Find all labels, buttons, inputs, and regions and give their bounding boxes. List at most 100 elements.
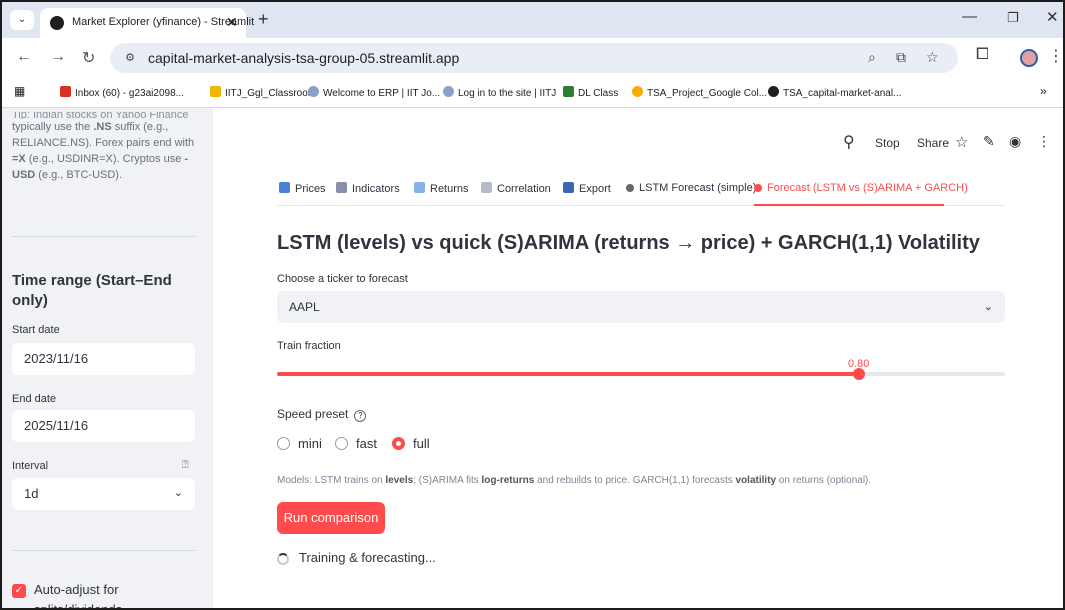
ticker-select[interactable]: AAPL ⌄: [277, 291, 1005, 323]
bookmark-gmail[interactable]: Inbox (60) - g23ai2098...: [60, 86, 184, 99]
divider: [12, 236, 195, 237]
status-text: Training & forecasting...: [299, 550, 436, 565]
more-bookmarks-icon[interactable]: »: [1040, 84, 1047, 98]
close-window-icon[interactable]: ✕: [1046, 8, 1059, 26]
speed-preset-label: Speed preset?: [277, 407, 367, 422]
bookmark-login[interactable]: Log in to the site | IITJ: [443, 86, 556, 99]
forward-icon[interactable]: →: [50, 48, 66, 66]
start-date-label: Start date: [12, 324, 60, 336]
radio-circle-selected: [392, 437, 405, 450]
browser-window: ⌄ Market Explorer (yfinance) - Streamlit…: [0, 0, 1065, 610]
brain-icon: [626, 184, 634, 192]
tab-prices[interactable]: Prices: [279, 182, 326, 195]
star-icon[interactable]: ☆: [955, 133, 968, 151]
minimize-icon[interactable]: —: [962, 8, 977, 25]
tab-correlation[interactable]: Correlation: [481, 182, 551, 195]
download-icon: [563, 182, 574, 193]
slider-handle[interactable]: [853, 368, 865, 380]
restore-icon[interactable]: ❐: [1007, 10, 1019, 26]
chevron-down-icon: ⌄: [983, 301, 993, 313]
zoom-icon[interactable]: ⌕: [868, 49, 876, 66]
radio-fast[interactable]: fast: [335, 436, 377, 451]
install-app-icon[interactable]: ⧉: [896, 49, 906, 66]
interval-value: 1d: [24, 486, 39, 501]
interval-select[interactable]: 1d ⌄: [12, 478, 195, 510]
line-chart-icon: [336, 182, 347, 193]
back-icon[interactable]: ←: [16, 48, 32, 66]
trend-icon: [414, 182, 425, 193]
tab-lstm-forecast[interactable]: LSTM Forecast (simple): [626, 182, 756, 194]
ticker-tip: Tip: Indian stocks on Yahoo Finance typi…: [12, 112, 195, 181]
edit-pencil-icon[interactable]: ✎: [983, 133, 995, 150]
reload-icon[interactable]: ↻: [82, 48, 95, 68]
bar-chart-icon: [279, 182, 290, 193]
auto-adjust-checkbox[interactable]: ✓: [12, 584, 26, 598]
radio-circle: [277, 437, 290, 450]
new-tab-icon[interactable]: +: [258, 9, 269, 30]
share-button[interactable]: Share: [917, 136, 949, 150]
help-icon[interactable]: ⍰: [182, 459, 189, 472]
end-date-label: End date: [12, 393, 57, 405]
page-title: LSTM (levels) vs quick (S)ARIMA (returns…: [277, 232, 980, 254]
loading-spinner-icon: [277, 553, 289, 565]
active-tab-indicator: [754, 204, 944, 206]
bookmark-colab[interactable]: TSA_Project_Google Col...: [632, 86, 767, 99]
running-man-icon: ⚲: [843, 134, 855, 151]
classroom-icon: [210, 86, 221, 97]
models-caption: Models: LSTM trains on levels; (S)ARIMA …: [277, 475, 872, 486]
ticker-value: AAPL: [289, 300, 320, 314]
radio-mini[interactable]: mini: [277, 436, 322, 451]
streamlit-icon: [768, 86, 779, 97]
ticker-label: Choose a ticker to forecast: [277, 273, 408, 285]
bookmark-dl-class[interactable]: DL Class: [563, 86, 618, 99]
site-info-icon[interactable]: ⚙: [120, 49, 140, 67]
main-content: ⚲ Stop Share ☆ ✎ ◉ ⋮ Prices Indicators R…: [213, 108, 1063, 608]
apps-grid-icon[interactable]: ▦: [14, 84, 25, 98]
brain-icon: [754, 184, 762, 192]
bookmark-star-icon[interactable]: ☆: [926, 49, 939, 66]
colab-icon: [632, 86, 643, 97]
divider: [12, 550, 195, 551]
tab-bar: Prices Indicators Returns Correlation Ex…: [277, 178, 1005, 206]
tab-indicators[interactable]: Indicators: [336, 182, 400, 195]
interval-label: Interval: [12, 460, 49, 472]
auto-adjust-label[interactable]: Auto-adjust for splits/dividends: [34, 580, 184, 608]
profile-avatar[interactable]: [1020, 49, 1038, 67]
train-fraction-label: Train fraction: [277, 340, 341, 352]
bookmark-streamlit[interactable]: TSA_capital-market-anal...: [768, 86, 901, 99]
gmail-icon: [60, 86, 71, 97]
bookmark-erp[interactable]: Welcome to ERP | IIT Jo...: [308, 86, 440, 99]
start-date-input[interactable]: 2023/11/16: [12, 343, 195, 375]
tab-forecast-comparison[interactable]: Forecast (LSTM vs (S)ARIMA + GARCH): [754, 182, 968, 194]
chevron-down-icon: ⌄: [173, 487, 183, 499]
bookmark-classroom[interactable]: IITJ_Ggl_Classroom: [210, 86, 316, 99]
help-icon[interactable]: ?: [354, 410, 367, 422]
run-comparison-button[interactable]: Run comparison: [277, 502, 385, 534]
tab-strip: ⌄ Market Explorer (yfinance) - Streamlit…: [2, 2, 1063, 38]
url-text[interactable]: capital-market-analysis-tsa-group-05.str…: [148, 50, 459, 66]
browser-menu-icon[interactable]: ⋮: [1048, 46, 1063, 66]
tab-search-icon[interactable]: ⌄: [10, 10, 34, 30]
browser-tab[interactable]: Market Explorer (yfinance) - Streamlit ✕: [40, 8, 254, 38]
radio-circle: [335, 437, 348, 450]
tab-export[interactable]: Export: [563, 182, 611, 195]
slider-fill: [277, 372, 859, 376]
app-menu-icon[interactable]: ⋮: [1037, 133, 1051, 150]
sidebar: Tip: Indian stocks on Yahoo Finance typi…: [2, 108, 213, 608]
address-bar[interactable]: ⚙ capital-market-analysis-tsa-group-05.s…: [110, 43, 958, 73]
iitj-icon: [308, 86, 319, 97]
radio-full[interactable]: full: [392, 436, 430, 451]
stop-button[interactable]: Stop: [875, 136, 900, 150]
close-tab-icon[interactable]: ✕: [226, 14, 238, 31]
classroom-icon: [563, 86, 574, 97]
end-date-input[interactable]: 2025/11/16: [12, 410, 195, 442]
browser-toolbar: ← → ↻ ⚙ capital-market-analysis-tsa-grou…: [2, 38, 1063, 78]
link-icon: [481, 182, 492, 193]
tab-returns[interactable]: Returns: [414, 182, 469, 195]
time-range-heading: Time range (Start–End only): [12, 272, 172, 309]
extensions-icon[interactable]: ⧠: [976, 46, 989, 64]
iitj-icon: [443, 86, 454, 97]
bookmarks-bar: ▦ Inbox (60) - g23ai2098... IITJ_Ggl_Cla…: [2, 78, 1063, 108]
github-icon[interactable]: ◉: [1009, 133, 1021, 150]
train-fraction-slider[interactable]: [277, 368, 1005, 380]
